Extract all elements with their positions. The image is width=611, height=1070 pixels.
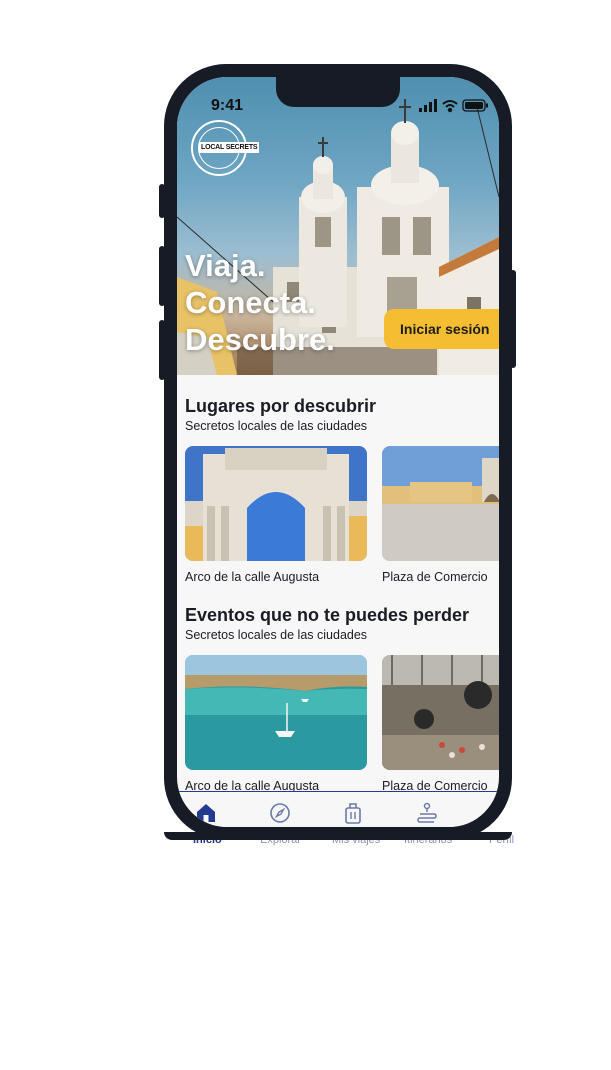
place-card-caption: Arco de la calle Augusta <box>185 570 320 584</box>
battery-icon <box>462 99 488 112</box>
places-title: Lugares por descubrir <box>185 396 377 416</box>
home-icon[interactable] <box>195 802 217 824</box>
event-card-image[interactable] <box>382 655 499 770</box>
hero-banner: 9:41 LOCAL SECRETS Viaja. Conecta. Descu… <box>177 77 499 375</box>
arrow-right-icon: → <box>497 321 499 337</box>
places-subtitle: Secretos locales de las ciudades <box>185 419 368 433</box>
event-card-image[interactable] <box>185 655 367 770</box>
status-icons <box>419 99 488 113</box>
phone-screen: 9:41 LOCAL SECRETS Viaja. Conecta. Descu… <box>177 77 499 827</box>
notch <box>276 77 400 107</box>
tagline-line-3: Descubre. <box>185 322 335 357</box>
compass-icon[interactable] <box>269 802 291 824</box>
events-subtitle: Secretos locales de las ciudades <box>185 628 368 642</box>
login-button-label: Iniciar sesión <box>400 321 490 337</box>
events-title: Eventos que no te puedes perder <box>185 605 470 625</box>
profile-icon[interactable] <box>485 802 499 824</box>
status-time: 9:41 <box>211 97 244 114</box>
route-icon[interactable] <box>416 802 438 824</box>
tagline-line-1: Viaja. <box>185 248 266 283</box>
tagline-line-2: Conecta. <box>185 285 316 320</box>
login-button[interactable]: Iniciar sesión → <box>384 309 499 349</box>
hero-tagline: Viaja. Conecta. Descubre. <box>185 247 335 358</box>
logo-text: LOCAL SECRETS <box>199 142 260 153</box>
signal-icon <box>419 99 437 112</box>
bottom-tab-bar <box>177 791 499 827</box>
place-card-image[interactable] <box>185 446 367 561</box>
label-mask <box>164 832 512 840</box>
place-card-image[interactable] <box>382 446 499 561</box>
wifi-icon <box>442 100 458 113</box>
phone-frame: 9:41 LOCAL SECRETS Viaja. Conecta. Descu… <box>164 64 512 840</box>
luggage-icon[interactable] <box>342 802 364 824</box>
local-secrets-logo: LOCAL SECRETS <box>191 120 260 176</box>
place-card-caption: Plaza de Comercio <box>382 570 488 584</box>
